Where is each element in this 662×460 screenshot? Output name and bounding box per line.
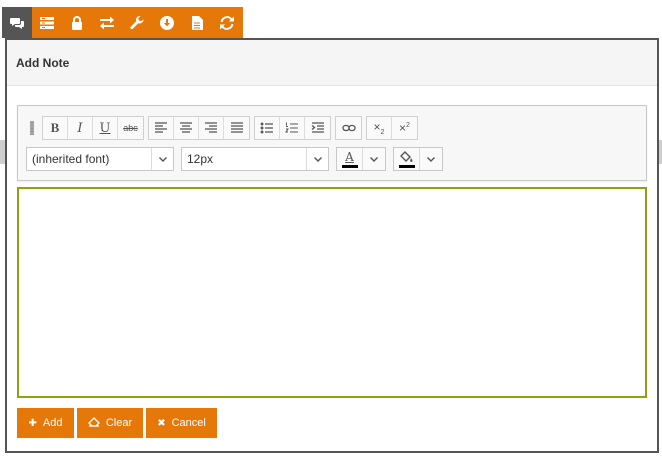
- drag-handle-icon[interactable]: [26, 119, 38, 137]
- top-toolbar: [2, 7, 243, 38]
- subscript-icon: ×2: [373, 120, 385, 136]
- superscript-button[interactable]: ×2: [392, 117, 417, 139]
- font-color-icon[interactable]: A: [337, 148, 363, 170]
- align-left-button[interactable]: [149, 117, 174, 139]
- dialog-actions: ✚ Add Clear ✖ Cancel: [17, 408, 220, 438]
- align-group: [148, 116, 250, 140]
- bullet-list-button[interactable]: [255, 117, 280, 139]
- format-group: B I U abc: [42, 116, 144, 140]
- strikethrough-button[interactable]: abc: [118, 117, 143, 139]
- align-right-icon: [205, 122, 217, 133]
- download-icon[interactable]: [152, 7, 182, 38]
- comments-icon[interactable]: [2, 7, 32, 38]
- chevron-down-icon[interactable]: [420, 148, 442, 170]
- superscript-icon: ×2: [399, 121, 410, 135]
- script-group: ×2 ×2: [366, 116, 418, 140]
- align-justify-icon: [230, 122, 243, 133]
- lock-icon[interactable]: [62, 7, 92, 38]
- note-text-area[interactable]: [17, 187, 647, 398]
- dialog-header: Add Note: [7, 40, 657, 86]
- font-family-select[interactable]: (inherited font): [26, 147, 174, 171]
- font-family-value: (inherited font): [32, 152, 110, 166]
- page: Add Note B I U abc ×2 ×2 (inherited font…: [0, 0, 662, 460]
- dialog-title: Add Note: [16, 55, 70, 70]
- subscript-button[interactable]: ×2: [367, 117, 392, 139]
- bullet-list-icon: [260, 122, 273, 134]
- indent-button[interactable]: [305, 117, 330, 139]
- numbered-list-button[interactable]: [280, 117, 305, 139]
- chevron-down-icon[interactable]: [363, 148, 385, 170]
- numbered-list-icon: [285, 122, 298, 133]
- rich-text-editor: B I U abc ×2 ×2 (inherited font) 12px A: [17, 105, 647, 400]
- refresh-icon[interactable]: [212, 7, 242, 38]
- indent-icon: [311, 122, 324, 133]
- cancel-button[interactable]: ✖ Cancel: [146, 408, 217, 438]
- align-justify-button[interactable]: [224, 117, 249, 139]
- italic-button[interactable]: I: [68, 117, 93, 139]
- link-icon: [341, 124, 356, 132]
- plus-icon: ✚: [28, 417, 37, 429]
- link-button[interactable]: [336, 117, 361, 139]
- underline-button[interactable]: U: [93, 117, 118, 139]
- document-icon[interactable]: [182, 7, 212, 38]
- align-right-button[interactable]: [199, 117, 224, 139]
- bold-button[interactable]: B: [43, 117, 68, 139]
- wrench-icon[interactable]: [122, 7, 152, 38]
- eraser-icon: [87, 416, 100, 430]
- font-size-select[interactable]: 12px: [181, 147, 329, 171]
- align-center-button[interactable]: [174, 117, 199, 139]
- link-group: [335, 116, 362, 140]
- background-color-button[interactable]: [393, 147, 443, 171]
- add-button[interactable]: ✚ Add: [17, 408, 74, 438]
- align-left-icon: [155, 122, 167, 133]
- add-note-dialog: Add Note B I U abc ×2 ×2 (inherited font…: [5, 38, 659, 453]
- exchange-icon[interactable]: [92, 7, 122, 38]
- editor-toolbar-row-1: B I U abc ×2 ×2: [26, 116, 422, 140]
- clear-button[interactable]: Clear: [77, 408, 143, 438]
- list-group: [254, 116, 331, 140]
- chevron-down-icon: [151, 148, 173, 170]
- font-color-button[interactable]: A: [336, 147, 386, 171]
- align-center-icon: [180, 122, 192, 133]
- list-icon[interactable]: [32, 7, 62, 38]
- editor-toolbar-row-2: (inherited font) 12px A: [26, 147, 450, 171]
- close-icon: ✖: [157, 417, 166, 429]
- chevron-down-icon: [306, 148, 328, 170]
- font-size-value: 12px: [187, 152, 214, 166]
- paint-bucket-icon[interactable]: [394, 148, 420, 170]
- editor-toolbar: B I U abc ×2 ×2 (inherited font) 12px A: [17, 105, 647, 181]
